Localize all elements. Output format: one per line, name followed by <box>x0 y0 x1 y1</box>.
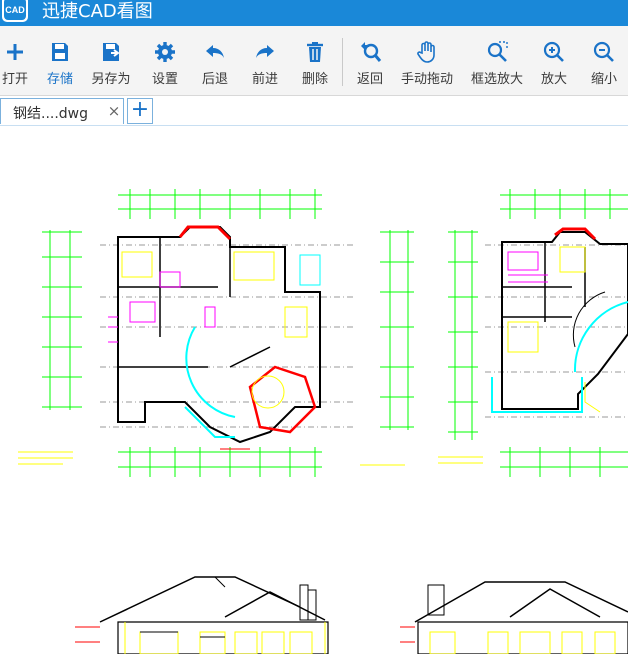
toolbar: 打开 存储 另存为 设置 后退 前进 删除 返回 手动拖动 框选放大 放大 缩小 <box>0 26 628 96</box>
elevation-left <box>75 576 329 655</box>
app-logo-icon: CAD <box>2 0 28 22</box>
app-title: 迅捷CAD看图 <box>42 1 153 22</box>
return-zoom-icon <box>361 42 382 62</box>
hand-icon <box>417 41 435 63</box>
open-button[interactable]: 打开 <box>0 26 30 96</box>
trash-icon <box>307 42 323 62</box>
undo-button[interactable]: 后退 <box>196 26 234 96</box>
drawing-canvas[interactable] <box>0 127 628 655</box>
tab-label: 钢结....dwg <box>13 106 89 122</box>
new-tab-button[interactable]: + <box>127 98 153 124</box>
zoom-out-icon <box>593 41 614 62</box>
save-as-icon <box>103 43 120 61</box>
tab-bar: 钢结....dwg × + <box>0 96 628 126</box>
zoom-window-button[interactable]: 框选放大 <box>468 26 526 96</box>
save-button[interactable]: 存储 <box>42 26 78 96</box>
settings-button[interactable]: 设置 <box>146 26 184 96</box>
redo-button[interactable]: 前进 <box>246 26 284 96</box>
zoom-in-button[interactable]: 放大 <box>536 26 572 96</box>
title-bar: CAD 迅捷CAD看图 <box>0 0 628 26</box>
undo-arrow-icon <box>206 45 224 58</box>
floor-plan-left <box>18 189 414 477</box>
floppy-disk-icon <box>52 43 68 61</box>
plus-icon <box>7 44 23 60</box>
tab-close-icon[interactable]: × <box>107 103 121 119</box>
zoom-out-button[interactable]: 缩小 <box>586 26 622 96</box>
toolbar-separator <box>342 38 343 86</box>
delete-button[interactable]: 删除 <box>296 26 334 96</box>
back-button[interactable]: 返回 <box>352 26 388 96</box>
gear-icon <box>155 42 175 62</box>
floor-plan-right <box>438 189 628 477</box>
save-as-button[interactable]: 另存为 <box>88 26 134 96</box>
cad-drawing <box>18 189 628 655</box>
pan-button[interactable]: 手动拖动 <box>398 26 456 96</box>
redo-arrow-icon <box>256 45 274 58</box>
zoom-window-icon <box>487 41 508 62</box>
tab-drawing-file[interactable]: 钢结....dwg × <box>0 98 124 124</box>
zoom-in-icon <box>543 41 564 62</box>
elevation-right <box>400 581 628 655</box>
svg-text:CAD: CAD <box>5 5 25 15</box>
